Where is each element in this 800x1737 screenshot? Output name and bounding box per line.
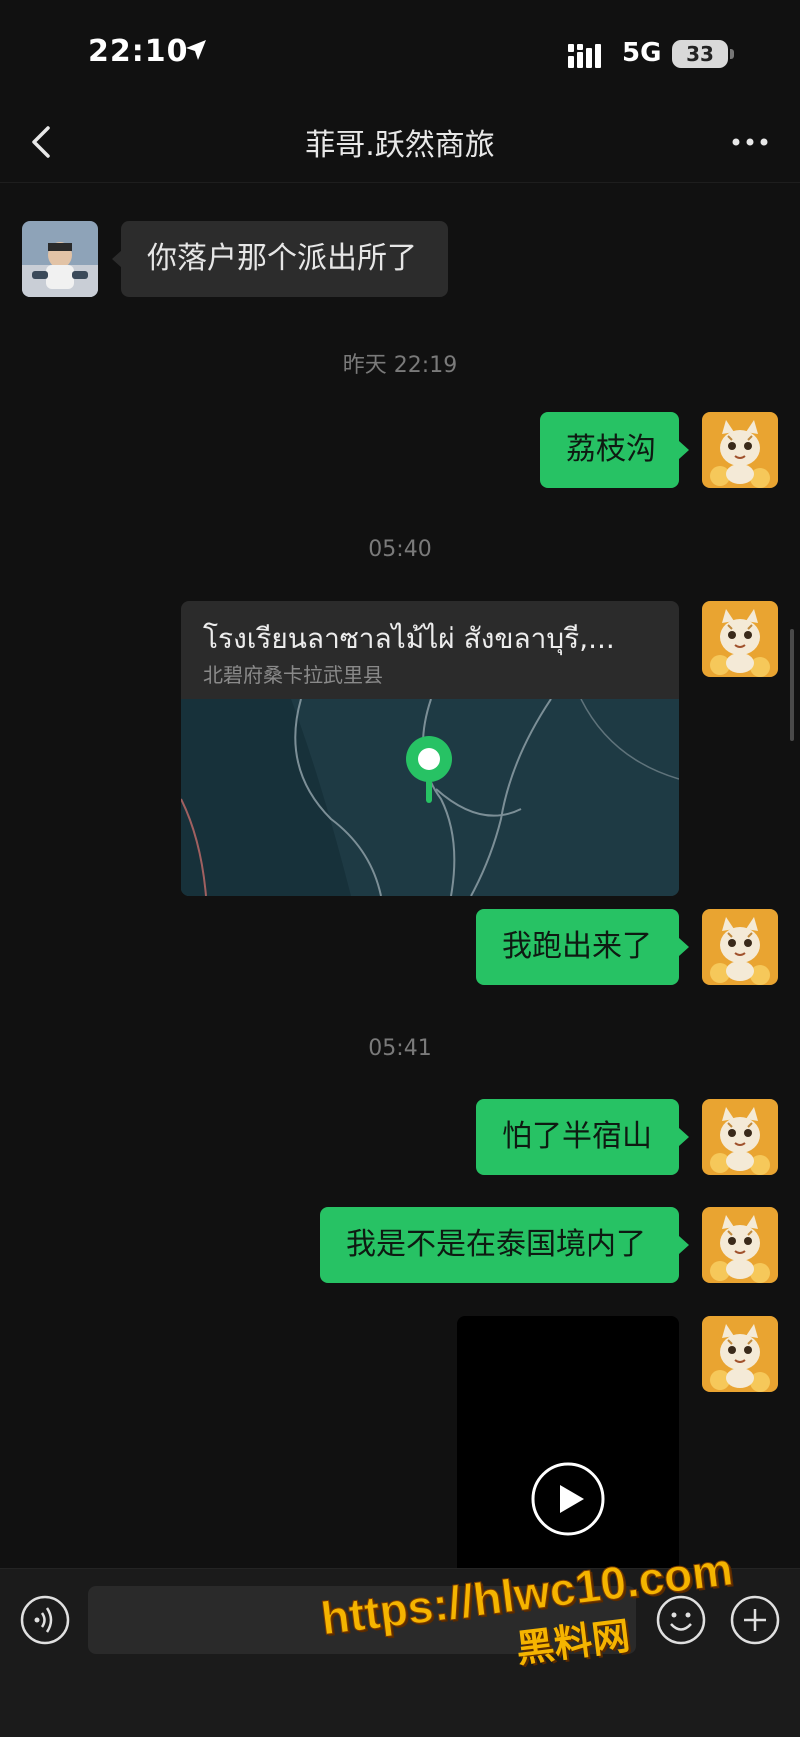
my-avatar[interactable]	[702, 1207, 778, 1283]
bubble-tail	[679, 938, 689, 956]
location-arrow-icon	[186, 40, 206, 60]
incoming-message[interactable]: 你落户那个派出所了	[121, 221, 448, 297]
input-bar	[0, 1568, 800, 1737]
location-message[interactable]: โรงเรียนลาซาลไม้ไผ่ สังขลาบุรี,... 北碧府桑卡…	[181, 601, 679, 896]
status-bar: 22:10 5G 33	[0, 0, 800, 100]
outgoing-message[interactable]: 我是不是在泰国境内了	[320, 1207, 679, 1283]
play-icon[interactable]	[530, 1461, 606, 1537]
emoji-icon[interactable]	[656, 1595, 706, 1645]
chat-header: 菲哥.跃然商旅	[0, 100, 800, 183]
message-list[interactable]: 你落户那个派出所了 昨天 22:19 荔枝沟 05:40 โรงเรียนลาซ…	[0, 183, 800, 1568]
my-avatar[interactable]	[702, 601, 778, 677]
bubble-tail	[679, 1128, 689, 1146]
battery-cap	[730, 49, 734, 59]
outgoing-message[interactable]: 我跑出来了	[476, 909, 679, 985]
signal-icon	[568, 44, 601, 68]
location-title: โรงเรียนลาซาลไม้ไผ่ สังขลาบุรี,...	[203, 622, 615, 655]
battery-level: 33	[686, 42, 714, 66]
outgoing-message[interactable]: 怕了半宿山	[476, 1099, 679, 1175]
my-avatar[interactable]	[702, 412, 778, 488]
battery-indicator: 33	[672, 40, 728, 68]
bubble-tail	[679, 441, 689, 459]
chat-title: 菲哥.跃然商旅	[305, 128, 495, 163]
scrollbar[interactable]	[790, 629, 794, 741]
timestamp: 05:40	[368, 537, 432, 562]
timestamp: 昨天 22:19	[342, 353, 458, 378]
location-subtitle: 北碧府桑卡拉武里县	[203, 663, 383, 687]
my-avatar[interactable]	[702, 1316, 778, 1392]
contact-avatar[interactable]	[22, 221, 98, 297]
voice-icon[interactable]	[20, 1595, 70, 1645]
outgoing-message[interactable]: 荔枝沟	[540, 412, 679, 488]
timestamp: 05:41	[368, 1036, 432, 1061]
video-message[interactable]	[457, 1316, 679, 1568]
map-pin-icon	[406, 736, 452, 803]
more-icon[interactable]	[728, 124, 772, 160]
network-type: 5G	[622, 38, 662, 68]
status-time: 22:10	[88, 34, 189, 69]
bubble-tail	[679, 1236, 689, 1254]
my-avatar[interactable]	[702, 909, 778, 985]
plus-icon[interactable]	[730, 1595, 780, 1645]
my-avatar[interactable]	[702, 1099, 778, 1175]
message-input[interactable]	[88, 1586, 636, 1654]
